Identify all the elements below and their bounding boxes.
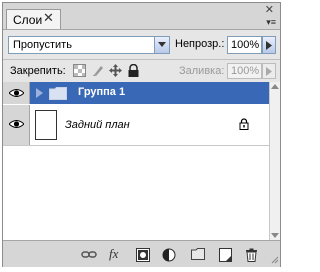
scrollbar[interactable] <box>269 82 280 240</box>
layers-list: Группа 1 Задний план <box>3 82 269 240</box>
panel-close-icon[interactable]: ✕ <box>265 3 274 16</box>
new-group-icon[interactable] <box>191 248 205 262</box>
scroll-up-icon <box>271 84 279 89</box>
link-layers-icon[interactable] <box>81 248 97 262</box>
visibility-toggle[interactable] <box>3 105 30 145</box>
visibility-toggle[interactable] <box>3 82 30 104</box>
blend-row: Пропустить Непрозр.: 100% <box>3 30 280 59</box>
expand-triangle-icon[interactable] <box>36 88 43 101</box>
opacity-label: Непрозр.: <box>175 38 225 50</box>
blend-mode-value: Пропустить <box>13 39 72 51</box>
fx-icon[interactable]: fx <box>109 246 123 261</box>
lock-all-icon[interactable] <box>127 63 140 77</box>
tab-layers[interactable]: Слои ✕ <box>6 9 61 29</box>
folder-icon <box>49 87 67 103</box>
blend-mode-dropdown[interactable]: Пропустить <box>8 36 170 54</box>
opacity-value: 100% <box>231 39 260 51</box>
bottom-toolbar: fx <box>3 240 280 267</box>
chevron-down-icon[interactable] <box>154 37 169 53</box>
layers-panel: Слои ✕ ✕ ▾≡ Пропустить Непрозр.: 100% За… <box>2 2 281 267</box>
resize-grip-icon[interactable] <box>271 255 279 267</box>
fill-value: 100% <box>231 65 260 77</box>
layer-name[interactable]: Задний план <box>65 119 130 131</box>
lock-row: Закрепить: Заливка: 100% <box>3 59 280 83</box>
tab-close-icon[interactable]: ✕ <box>43 10 54 26</box>
panel-titlebar: Слои ✕ ✕ ▾≡ <box>3 3 280 30</box>
new-layer-icon[interactable] <box>219 248 233 262</box>
mask-icon[interactable] <box>136 248 150 262</box>
tab-layers-label: Слои <box>13 13 43 27</box>
lock-transparency-icon[interactable] <box>73 64 86 77</box>
fill-label: Заливка: <box>179 65 225 77</box>
layer-thumbnail <box>35 110 57 140</box>
opacity-slider-button[interactable] <box>262 36 276 54</box>
trash-icon[interactable] <box>245 248 259 262</box>
opacity-input[interactable]: 100% <box>227 36 262 54</box>
lock-position-icon[interactable] <box>109 64 122 77</box>
lock-icon <box>239 118 249 133</box>
lock-pixels-icon[interactable] <box>92 64 105 77</box>
eye-icon <box>9 89 24 97</box>
eye-icon <box>9 120 24 128</box>
layer-row-group[interactable]: Группа 1 <box>3 82 269 104</box>
fill-input[interactable]: 100% <box>227 63 262 79</box>
scroll-down-icon <box>271 233 279 238</box>
panel-menu-icon[interactable]: ▾≡ <box>266 17 276 28</box>
adjustment-icon[interactable] <box>162 248 176 262</box>
lock-label: Закрепить: <box>10 65 66 77</box>
layer-name[interactable]: Группа 1 <box>78 86 125 98</box>
fill-slider-button[interactable] <box>262 63 276 79</box>
layer-row-background[interactable]: Задний план <box>3 105 269 146</box>
